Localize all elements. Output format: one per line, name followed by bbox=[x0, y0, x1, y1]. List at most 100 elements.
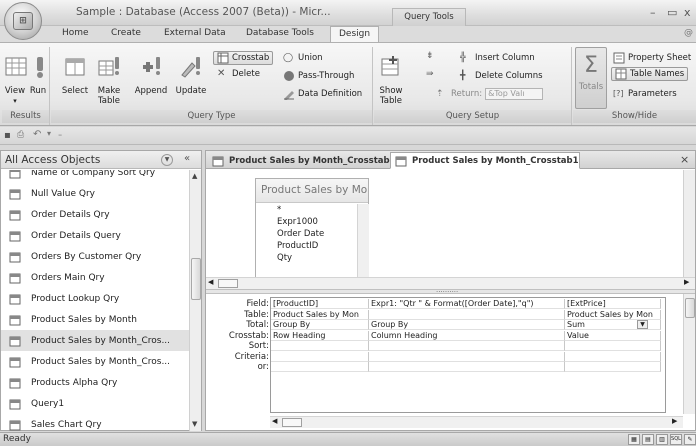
field-list-scrollbar[interactable] bbox=[357, 204, 369, 278]
parameters-button[interactable]: [?] Parameters bbox=[613, 87, 677, 101]
return-values-combo[interactable]: &Top Valı bbox=[485, 88, 544, 100]
grid-cell[interactable]: [ProductID] bbox=[271, 299, 369, 309]
nav-item[interactable]: Sales Chart Qry bbox=[1, 414, 189, 431]
scroll-up-icon[interactable]: ▲ bbox=[192, 172, 197, 180]
scroll-right-icon[interactable]: ▶ bbox=[672, 417, 677, 425]
nav-item[interactable]: Product Sales by Month bbox=[1, 309, 189, 330]
show-table-button[interactable]: Show Table bbox=[376, 49, 406, 106]
select-query-button[interactable]: Select bbox=[61, 49, 89, 96]
doc-tab-crosstab1[interactable]: Product Sales by Month_Crosstab1 bbox=[390, 152, 580, 169]
pass-through-button[interactable]: Pass-Through bbox=[283, 69, 354, 83]
crosstab-button[interactable]: Crosstab bbox=[213, 51, 274, 65]
append-button[interactable]: Append bbox=[131, 49, 171, 96]
data-definition-button[interactable]: Data Definition bbox=[283, 87, 362, 101]
sql-view-icon[interactable]: SQL bbox=[670, 434, 682, 445]
table-names-button[interactable]: Table Names bbox=[611, 67, 689, 81]
grid-cell[interactable]: [ExtPrice] bbox=[565, 299, 661, 309]
customize-qat-icon[interactable]: ₌ bbox=[58, 129, 62, 138]
grid-cell[interactable] bbox=[271, 341, 369, 351]
field-list-item[interactable]: * bbox=[277, 205, 281, 215]
nav-item[interactable]: Query1 bbox=[1, 393, 189, 414]
scroll-left-icon[interactable]: ◀ bbox=[208, 278, 213, 286]
nav-item[interactable]: Products Alpha Qry bbox=[1, 372, 189, 393]
tab-database-tools[interactable]: Database Tools bbox=[246, 28, 314, 38]
property-sheet-button[interactable]: Property Sheet bbox=[613, 51, 691, 65]
grid-cell[interactable]: Group By bbox=[369, 320, 565, 330]
field-list-item[interactable]: ProductID bbox=[277, 241, 318, 251]
tab-home[interactable]: Home bbox=[62, 28, 89, 38]
nav-item[interactable]: Product Lookup Qry bbox=[1, 288, 189, 309]
update-button[interactable]: Update bbox=[173, 49, 209, 96]
chevron-down-icon[interactable]: ▼ bbox=[161, 154, 173, 166]
tab-design[interactable]: Design bbox=[330, 26, 380, 43]
grid-cell[interactable] bbox=[271, 351, 369, 362]
grid-cell[interactable] bbox=[369, 341, 565, 351]
maximize-button[interactable]: ▭ bbox=[667, 6, 677, 19]
grid-cell[interactable] bbox=[565, 351, 661, 362]
collapse-pane-icon[interactable]: « bbox=[184, 153, 190, 164]
grid-hscroll[interactable]: ◀ ▶ bbox=[270, 416, 683, 428]
delete-rows-icon[interactable]: ⇛ bbox=[426, 69, 434, 79]
field-list-item[interactable]: Qty bbox=[277, 253, 292, 263]
nav-scroll-thumb[interactable] bbox=[191, 258, 201, 300]
field-list-box[interactable]: Product Sales by Mo... * Expr1000 Order Da… bbox=[255, 178, 369, 278]
grid-hscroll-thumb[interactable] bbox=[282, 418, 302, 427]
run-button[interactable]: Run bbox=[28, 49, 48, 96]
nav-scrollbar[interactable]: ▲ ▼ bbox=[189, 170, 201, 431]
datasheet-view-icon[interactable]: ▦ bbox=[628, 434, 640, 445]
grid-cell[interactable]: Value bbox=[565, 330, 661, 341]
delete-columns-button[interactable]: ╋ Delete Columns bbox=[460, 69, 543, 83]
grid-cell[interactable]: Column Heading bbox=[369, 330, 565, 341]
totals-button[interactable]: Σ Totals bbox=[575, 47, 607, 109]
delete-query-button[interactable]: ✕ Delete bbox=[217, 67, 260, 81]
make-table-button[interactable]: Make Table bbox=[93, 49, 125, 106]
grid-cell[interactable] bbox=[565, 341, 661, 351]
grid-cell[interactable] bbox=[369, 309, 565, 320]
nav-item[interactable]: Null Value Qry bbox=[1, 183, 189, 204]
field-list-item[interactable]: Expr1000 bbox=[277, 217, 318, 227]
grid-cell[interactable]: Row Heading bbox=[271, 330, 369, 341]
save-icon[interactable]: ▪ bbox=[4, 130, 11, 141]
scroll-right-icon[interactable]: ▶ bbox=[684, 278, 689, 286]
field-list-item[interactable]: Order Date bbox=[277, 229, 324, 239]
grid-cell[interactable] bbox=[369, 362, 565, 372]
help-icon[interactable]: @ bbox=[684, 28, 693, 38]
print-icon[interactable]: ⎙ bbox=[17, 130, 24, 140]
scroll-down-icon[interactable]: ▼ bbox=[192, 420, 197, 428]
undo-icon[interactable]: ↶ bbox=[33, 129, 41, 140]
nav-item[interactable]: Order Details Qry bbox=[1, 204, 189, 225]
nav-item[interactable]: Orders By Customer Qry bbox=[1, 246, 189, 267]
chevron-down-icon[interactable]: ▼ bbox=[637, 320, 648, 329]
grid-cell[interactable] bbox=[369, 351, 565, 362]
union-button[interactable]: ◯ Union bbox=[283, 51, 323, 65]
nav-pane-header[interactable]: All Access Objects ▼ « bbox=[1, 151, 201, 169]
grid-cell[interactable]: Expr1: "Qtr " & Format([Order Date],"q") bbox=[369, 299, 565, 309]
insert-rows-icon[interactable]: ⇟ bbox=[426, 51, 434, 61]
grid-vscroll-thumb[interactable] bbox=[685, 298, 695, 318]
close-document-icon[interactable]: × bbox=[680, 153, 689, 166]
grid-cell[interactable] bbox=[271, 362, 369, 372]
grid-cell[interactable]: Group By bbox=[271, 320, 369, 330]
nav-item[interactable]: Order Details Query bbox=[1, 225, 189, 246]
close-button[interactable]: x bbox=[684, 6, 691, 19]
office-button[interactable]: ⊞ bbox=[4, 2, 42, 40]
design-view-icon[interactable]: ✎ bbox=[684, 434, 696, 445]
nav-item[interactable]: Name of Company Sort Qry bbox=[1, 170, 189, 183]
grid-cell[interactable]: Product Sales by Mon bbox=[271, 309, 369, 320]
grid-cell[interactable]: Product Sales by Mon bbox=[565, 309, 661, 320]
grid-vscroll[interactable] bbox=[683, 294, 695, 414]
undo-dropdown-icon[interactable]: ▾ bbox=[47, 129, 51, 138]
insert-column-button[interactable]: ╬ Insert Column bbox=[460, 51, 535, 65]
pivottable-view-icon[interactable]: ▤ bbox=[642, 434, 654, 445]
nav-item[interactable]: Orders Main Qry bbox=[1, 267, 189, 288]
scroll-left-icon[interactable]: ◀ bbox=[272, 417, 277, 425]
minimize-button[interactable]: – bbox=[650, 6, 656, 19]
doc-tab-crosstab[interactable]: Product Sales by Month_Crosstab bbox=[208, 152, 390, 169]
tab-external-data[interactable]: External Data bbox=[164, 28, 226, 38]
nav-item[interactable]: Product Sales by Month_Cros... bbox=[1, 351, 189, 372]
grid-cell[interactable] bbox=[565, 362, 661, 372]
hscroll-thumb[interactable] bbox=[218, 279, 238, 288]
table-pane-vscroll[interactable] bbox=[683, 170, 695, 278]
nav-item[interactable]: Product Sales by Month_Cros... bbox=[1, 330, 189, 351]
view-button[interactable]: View ▾ bbox=[4, 49, 27, 106]
